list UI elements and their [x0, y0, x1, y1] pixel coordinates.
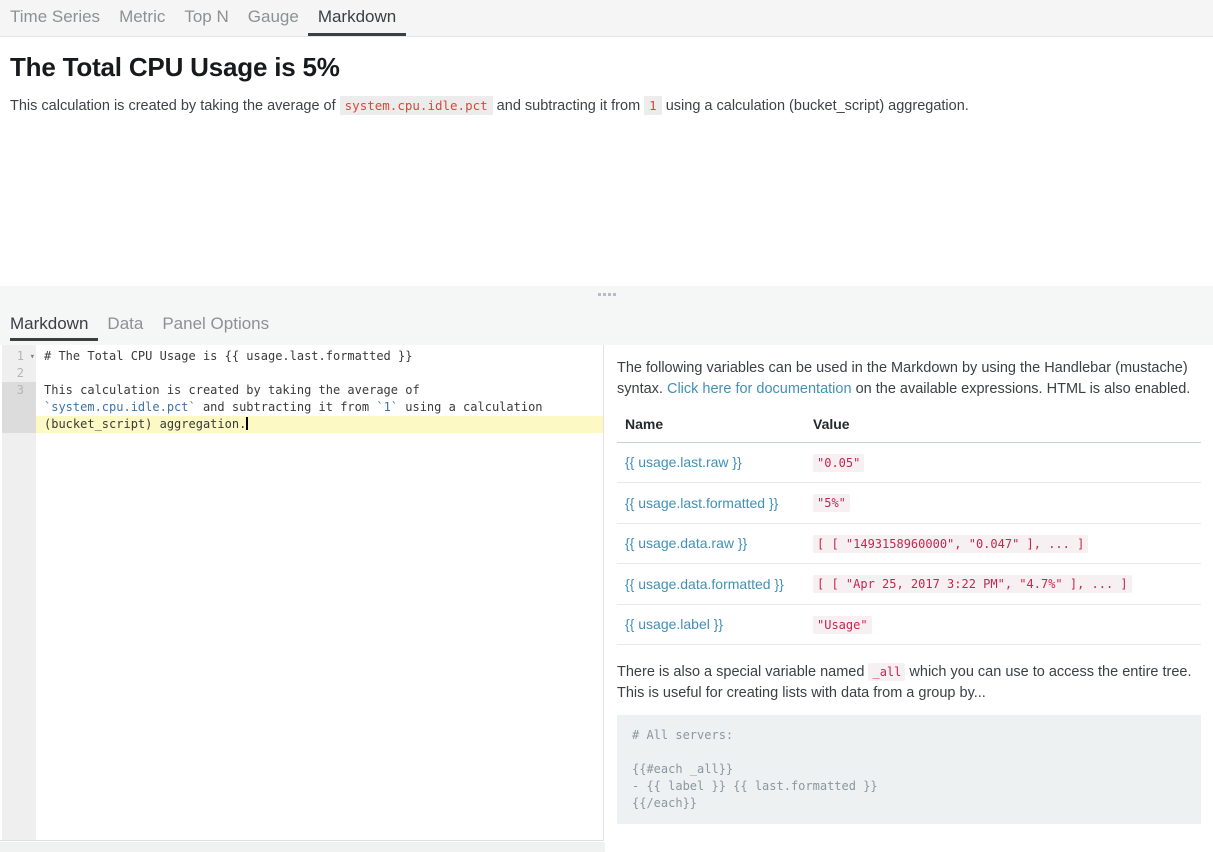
- variable-value-cell: "Usage": [805, 604, 1201, 645]
- editor-line-2: [36, 365, 603, 382]
- inline-code-field: system.cpu.idle.pct: [340, 96, 493, 115]
- variable-name[interactable]: {{ usage.data.formatted }}: [617, 564, 805, 605]
- line-number: 1: [17, 349, 24, 363]
- variable-value-cell: [ [ "Apr 25, 2017 3:22 PM", "4.7%" ], ..…: [805, 564, 1201, 605]
- panel-config-pane: Markdown Data Panel Options 1▾ 2 3 # The…: [0, 286, 1213, 852]
- description-text: using a calculation (bucket_script) aggr…: [662, 98, 969, 114]
- tsvb-markdown-panel: { "top_tabs": { "items": [ { "label": "T…: [0, 0, 1213, 852]
- table-row: {{ usage.last.formatted }} "5%": [617, 483, 1201, 524]
- editor-code-area[interactable]: # The Total CPU Usage is {{ usage.last.f…: [36, 348, 603, 433]
- panel-config-content: 1▾ 2 3 # The Total CPU Usage is {{ usage…: [0, 345, 1213, 852]
- resize-dot: [608, 293, 611, 296]
- inline-code-one: 1: [644, 96, 662, 115]
- line-number: 3: [17, 383, 24, 397]
- markdown-preview: The Total CPU Usage is 5% This calculati…: [0, 52, 1213, 114]
- markdown-editor[interactable]: 1▾ 2 3 # The Total CPU Usage is {{ usage…: [0, 345, 604, 841]
- description-text: and subtracting it from: [493, 98, 645, 114]
- gutter-line-number: 3: [2, 382, 36, 399]
- variable-name[interactable]: {{ usage.label }}: [617, 604, 805, 645]
- pane-resize-handle[interactable]: [596, 291, 618, 298]
- variable-value: "0.05": [813, 454, 864, 472]
- editor-text-token: using a calculation: [398, 400, 543, 414]
- variable-value-cell: "0.05": [805, 442, 1201, 483]
- table-row: {{ usage.data.formatted }} [ [ "Apr 25, …: [617, 564, 1201, 605]
- tab-markdown[interactable]: Markdown: [308, 7, 405, 36]
- visualization-type-tabs: Time Series Metric Top N Gauge Markdown: [0, 0, 1213, 37]
- preview-description: This calculation is created by taking th…: [10, 98, 1213, 114]
- panel-config-tabs: Markdown Data Panel Options: [0, 300, 279, 341]
- variables-table: Name Value {{ usage.last.raw }} "0.05" {…: [617, 408, 1201, 645]
- table-row: {{ usage.last.raw }} "0.05": [617, 442, 1201, 483]
- editor-text-token: and subtracting it from: [196, 400, 377, 414]
- gutter-line-number: 2: [2, 365, 36, 382]
- resize-dot: [603, 293, 606, 296]
- table-row: {{ usage.label }} "Usage": [617, 604, 1201, 645]
- docs-intro: The following variables can be used in t…: [617, 358, 1201, 399]
- variable-name[interactable]: {{ usage.last.raw }}: [617, 442, 805, 483]
- editor-text-token: (bucket_script) aggregation.: [44, 417, 246, 431]
- column-header-value: Value: [805, 408, 1201, 442]
- resize-dot: [598, 293, 601, 296]
- column-header-name: Name: [617, 408, 805, 442]
- tab-panel-markdown[interactable]: Markdown: [10, 300, 98, 341]
- example-code-block: # All servers: {{#each _all}} - {{ label…: [617, 715, 1201, 824]
- tab-panel-data[interactable]: Data: [98, 300, 153, 341]
- editor-code-token: `1`: [376, 400, 398, 414]
- tab-time-series[interactable]: Time Series: [10, 7, 110, 36]
- documentation-link[interactable]: Click here for documentation: [667, 381, 852, 397]
- table-header-row: Name Value: [617, 408, 1201, 442]
- docs-intro-text: on the available expressions. HTML is al…: [852, 381, 1191, 397]
- tab-gauge[interactable]: Gauge: [238, 7, 308, 36]
- editor-line-3-row-3: (bucket_script) aggregation.: [36, 416, 603, 433]
- editor-code-token: `system.cpu.idle.pct`: [44, 400, 196, 414]
- tab-top-n[interactable]: Top N: [175, 7, 238, 36]
- description-text: This calculation is created by taking th…: [10, 98, 340, 114]
- line-number: 2: [17, 366, 24, 380]
- editor-bottom-strip: [0, 842, 605, 852]
- variables-documentation: The following variables can be used in t…: [617, 345, 1201, 824]
- variable-value-cell: [ [ "1493158960000", "0.047" ], ... ]: [805, 523, 1201, 564]
- variable-value: [ [ "Apr 25, 2017 3:22 PM", "4.7%" ], ..…: [813, 575, 1132, 593]
- editor-line-3-row-2: `system.cpu.idle.pct` and subtracting it…: [36, 399, 603, 416]
- fold-toggle-icon[interactable]: ▾: [30, 349, 35, 366]
- variable-value: "5%": [813, 494, 850, 512]
- editor-line-1: # The Total CPU Usage is {{ usage.last.f…: [36, 348, 603, 365]
- gutter-line-number: 1▾: [2, 348, 36, 365]
- variable-name[interactable]: {{ usage.data.raw }}: [617, 523, 805, 564]
- table-row: {{ usage.data.raw }} [ [ "1493158960000"…: [617, 523, 1201, 564]
- preview-title: The Total CPU Usage is 5%: [10, 52, 1213, 83]
- variable-value: "Usage": [813, 616, 872, 634]
- tab-panel-options[interactable]: Panel Options: [153, 300, 279, 341]
- editor-gutter: 1▾ 2 3: [2, 345, 36, 840]
- note-text: There is also a special variable named: [617, 664, 868, 680]
- variable-value-cell: "5%": [805, 483, 1201, 524]
- all-variable-code: _all: [868, 663, 905, 681]
- text-cursor: [246, 417, 248, 430]
- variable-value: [ [ "1493158960000", "0.047" ], ... ]: [813, 535, 1088, 553]
- all-variable-note: There is also a special variable named _…: [617, 662, 1201, 703]
- tab-metric[interactable]: Metric: [110, 7, 175, 36]
- editor-line-3-row-1: This calculation is created by taking th…: [36, 382, 603, 399]
- variable-name[interactable]: {{ usage.last.formatted }}: [617, 483, 805, 524]
- resize-dot: [613, 293, 616, 296]
